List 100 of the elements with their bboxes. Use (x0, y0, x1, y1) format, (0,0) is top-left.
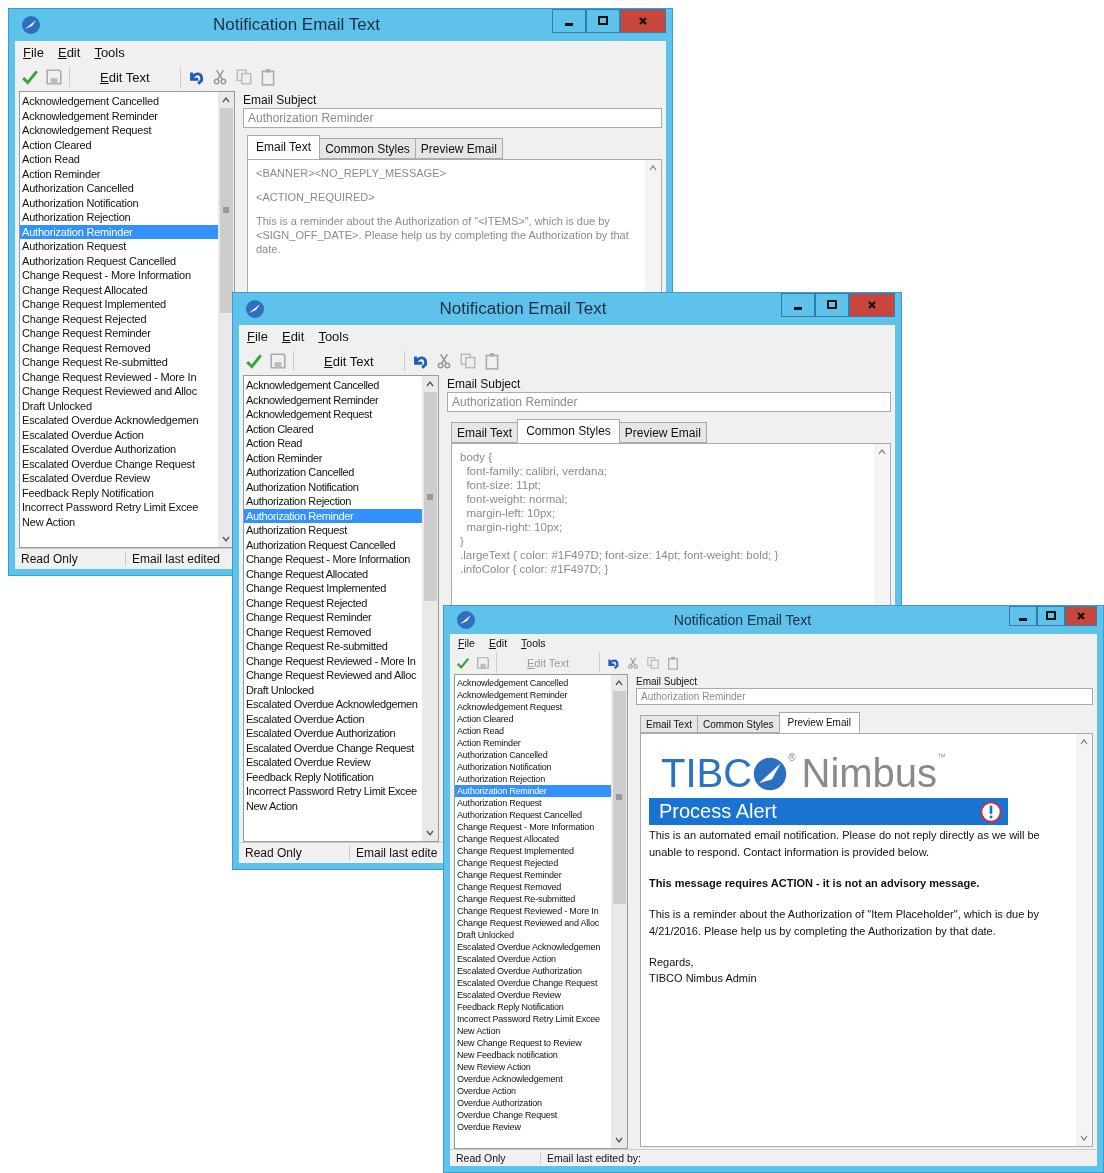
tab[interactable]: Common Styles (517, 419, 620, 443)
list-item[interactable]: Acknowledgement Request (455, 701, 611, 713)
subject-field[interactable]: Authorization Reminder (636, 688, 1093, 705)
menu-item[interactable]: Tools (521, 637, 546, 649)
list-item[interactable]: New Action (244, 798, 422, 813)
list-item[interactable]: Escalated Overdue Authorization (455, 965, 611, 977)
cut-icon[interactable] (626, 656, 640, 670)
tab[interactable]: Preview Email (414, 138, 503, 159)
menu-item[interactable]: Edit (57, 44, 81, 60)
list-item[interactable]: Acknowledgement Reminder (455, 689, 611, 701)
list-item[interactable]: Change Request Rejected (244, 595, 422, 610)
save-icon[interactable] (476, 656, 490, 670)
scroll-up-icon[interactable] (614, 678, 624, 688)
list-item[interactable]: Authorization Cancelled (244, 465, 422, 480)
list-item[interactable]: Action Read (20, 152, 218, 167)
list-item[interactable]: Acknowledgement Request (20, 123, 218, 138)
list-item[interactable]: Change Request Implemented (455, 845, 611, 857)
list-item[interactable]: Acknowledgement Cancelled (244, 378, 422, 393)
list-item[interactable]: New Change Request to Review (455, 1037, 611, 1049)
tab[interactable]: Email Text (247, 135, 321, 159)
list-item[interactable]: Escalated Overdue Review (20, 471, 218, 486)
list-item[interactable]: Escalated Overdue Action (20, 427, 218, 442)
list-item[interactable]: Authorization Rejection (20, 210, 218, 225)
list-item[interactable]: Action Cleared (244, 421, 422, 436)
subject-field[interactable]: Authorization Reminder (447, 392, 891, 412)
scroll-up-icon[interactable] (648, 163, 658, 173)
save-icon[interactable] (269, 352, 287, 370)
maximize-button[interactable] (586, 9, 620, 33)
scroll-down-icon[interactable] (1079, 1133, 1089, 1143)
list-item[interactable]: Change Request Reviewed and Alloc (20, 384, 218, 399)
list-item[interactable]: Incorrect Password Retry Limit Excee (455, 1013, 611, 1025)
list-item[interactable]: Action Read (455, 725, 611, 737)
list-item[interactable]: New Feedback notification (455, 1049, 611, 1061)
tab[interactable]: Preview Email (778, 712, 860, 733)
list-item[interactable]: Change Request Removed (20, 340, 218, 355)
list-item[interactable]: Change Request Re-submitted (244, 639, 422, 654)
list-item[interactable]: Acknowledgement Cancelled (455, 677, 611, 689)
tab[interactable]: Email Text (640, 715, 698, 733)
list-item[interactable]: Change Request - More Information (455, 821, 611, 833)
list-item[interactable]: Overdue Action (455, 1085, 611, 1097)
list-item[interactable]: Change Request Reminder (455, 869, 611, 881)
check-icon[interactable] (456, 656, 470, 670)
list-item[interactable]: Change Request Reviewed - More In (455, 905, 611, 917)
scroll-up-icon[interactable] (425, 379, 435, 389)
list-item[interactable]: Draft Unlocked (455, 929, 611, 941)
list-item[interactable]: Overdue Authorization (455, 1097, 611, 1109)
list-item[interactable]: Escalated Overdue Acknowledgemen (244, 697, 422, 712)
maximize-button[interactable] (1037, 606, 1065, 626)
undo-icon[interactable] (606, 656, 620, 670)
minimize-button[interactable] (1009, 606, 1037, 626)
list-item[interactable]: Escalated Overdue Change Request (244, 740, 422, 755)
scrollbar-thumb[interactable] (423, 392, 437, 602)
list-item[interactable]: Incorrect Password Retry Limit Excee (244, 784, 422, 799)
list-item[interactable]: Action Reminder (20, 166, 218, 181)
list-item[interactable]: Overdue Change Request (455, 1109, 611, 1121)
list-item[interactable]: Escalated Overdue Review (455, 989, 611, 1001)
scroll-up-icon[interactable] (221, 95, 231, 105)
list-item[interactable]: Escalated Overdue Change Request (455, 977, 611, 989)
list-item[interactable]: Action Reminder (244, 450, 422, 465)
menu-item[interactable]: Edit (281, 328, 305, 344)
list-item[interactable]: Authorization Rejection (244, 494, 422, 509)
list-item[interactable]: Authorization Notification (244, 479, 422, 494)
scrollbar[interactable] (218, 92, 234, 547)
list-item[interactable]: Escalated Overdue Acknowledgemen (455, 941, 611, 953)
edit-text-button[interactable]: Edit Text (76, 67, 174, 87)
tab[interactable]: Email Text (451, 422, 519, 443)
list-item[interactable]: Change Request Implemented (20, 297, 218, 312)
scrollbar[interactable] (422, 376, 438, 841)
close-button[interactable] (849, 293, 895, 317)
list-item[interactable]: Feedback Reply Notification (20, 485, 218, 500)
list-item[interactable]: Change Request Removed (455, 881, 611, 893)
list-item[interactable]: Authorization Request (455, 797, 611, 809)
close-button[interactable] (1065, 606, 1097, 626)
list-item[interactable]: New Action (20, 514, 218, 529)
list-item[interactable]: Change Request Reviewed - More In (20, 369, 218, 384)
list-item[interactable]: Change Request - More Information (244, 552, 422, 567)
scroll-down-icon[interactable] (425, 828, 435, 838)
list-item[interactable]: Authorization Request Cancelled (455, 809, 611, 821)
list-item[interactable]: Action Cleared (455, 713, 611, 725)
list-box[interactable] (243, 375, 439, 842)
subject-field[interactable]: Authorization Reminder (243, 108, 662, 128)
menu-item[interactable]: Edit (488, 637, 508, 649)
tab[interactable]: Preview Email (618, 422, 707, 443)
list-item[interactable]: Change Request Reminder (20, 326, 218, 341)
list-item[interactable]: Change Request Rejected (455, 857, 611, 869)
scroll-down-icon[interactable] (221, 534, 231, 544)
list-item[interactable]: New Action (455, 1025, 611, 1037)
check-icon[interactable] (245, 352, 263, 370)
list-item[interactable]: Action Cleared (20, 137, 218, 152)
list-item[interactable]: Authorization Notification (20, 195, 218, 210)
list-item[interactable]: Draft Unlocked (20, 398, 218, 413)
list-item[interactable]: Change Request - More Information (20, 268, 218, 283)
list-item[interactable]: Change Request Rejected (20, 311, 218, 326)
list-item[interactable]: Escalated Overdue Action (244, 711, 422, 726)
list-item[interactable]: Authorization Request (244, 523, 422, 538)
edit-text-button[interactable]: Edit Text (300, 351, 398, 371)
menu-item[interactable]: File (23, 44, 44, 60)
list-item[interactable]: Acknowledgement Request (244, 407, 422, 422)
list-item[interactable]: Draft Unlocked (244, 682, 422, 697)
minimize-button[interactable] (552, 9, 586, 33)
